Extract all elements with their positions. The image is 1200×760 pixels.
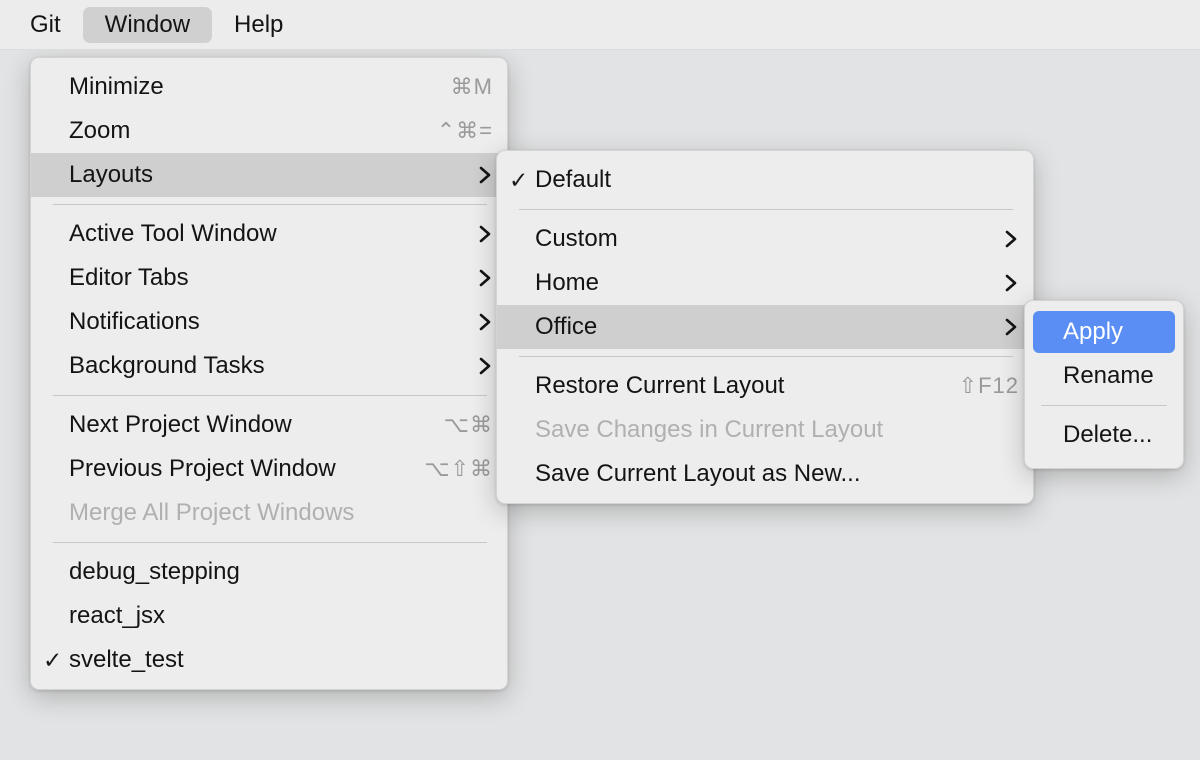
menu-item-custom[interactable]: Custom [497, 217, 1033, 261]
menu-separator [519, 356, 1013, 357]
menu-item-notifications[interactable]: Notifications [31, 300, 507, 344]
menu-item-default[interactable]: ✓Default [497, 158, 1033, 202]
chevron-right-icon [1003, 315, 1019, 339]
menu-item-label: Editor Tabs [69, 266, 189, 290]
menu-item-label: Layouts [69, 163, 153, 187]
menu-item-next-project-window[interactable]: Next Project Window ⌥⌘ [31, 403, 507, 447]
chevron-right-icon [477, 163, 493, 187]
menu-item-react-jsx[interactable]: react_jsx [31, 594, 507, 638]
menu-item-label: Merge All Project Windows [69, 501, 354, 525]
chevron-right-icon [1003, 271, 1019, 295]
menu-item-label: Save Current Layout as New... [535, 462, 861, 486]
menu-separator [1041, 405, 1167, 406]
menu-item-shortcut: ⌘M [451, 76, 493, 98]
menu-item-label: Save Changes in Current Layout [535, 418, 883, 442]
menu-item-label: Zoom [69, 119, 130, 143]
menu-separator [53, 204, 487, 205]
menu-item-label: Rename [1063, 364, 1154, 388]
menu-item-minimize[interactable]: Minimize ⌘M [31, 65, 507, 109]
chevron-right-icon [477, 354, 493, 378]
menu-item-label: Default [535, 168, 611, 192]
menu-item-shortcut: ⌃⌘= [437, 120, 493, 142]
menu-item-previous-project-window[interactable]: Previous Project Window ⌥⇧⌘ [31, 447, 507, 491]
chevron-right-icon [477, 222, 493, 246]
menu-item-label: Apply [1063, 320, 1123, 344]
menu-separator [519, 209, 1013, 210]
menu-item-label: Background Tasks [69, 354, 265, 378]
menu-item-zoom[interactable]: Zoom ⌃⌘= [31, 109, 507, 153]
chevron-right-icon [477, 310, 493, 334]
window-menu-panel: Minimize ⌘M Zoom ⌃⌘= Layouts Active Tool Wind… [30, 57, 508, 690]
menubar-item-help[interactable]: Help [212, 7, 305, 43]
menubar-item-window[interactable]: Window [83, 7, 212, 43]
menubar: GitWindowHelp [0, 0, 1200, 50]
menu-item-restore-current-layout[interactable]: Restore Current Layout ⇧F12 [497, 364, 1033, 408]
chevron-right-icon [1003, 227, 1019, 251]
menu-item-shortcut: ⇧F12 [959, 375, 1019, 397]
menu-item-label: Notifications [69, 310, 200, 334]
menu-item-save-changes-in-current-layout: Save Changes in Current Layout [497, 408, 1033, 452]
menu-item-debug-stepping[interactable]: debug_stepping [31, 550, 507, 594]
menu-item-label: Restore Current Layout [535, 374, 784, 398]
menu-item-layouts[interactable]: Layouts [31, 153, 507, 197]
chevron-right-icon [477, 266, 493, 290]
menu-item-background-tasks[interactable]: Background Tasks [31, 344, 507, 388]
menu-item-shortcut: ⌥⇧⌘ [424, 458, 493, 480]
menu-item-shortcut: ⌥⌘ [444, 414, 493, 436]
menu-item-label: Office [535, 315, 597, 339]
menu-item-label: Home [535, 271, 599, 295]
menu-item-delete[interactable]: Delete... [1025, 412, 1183, 458]
office-submenu-panel: Apply Rename Delete... [1024, 300, 1184, 469]
checkmark-icon: ✓ [509, 169, 535, 192]
menu-item-label: debug_stepping [69, 560, 240, 584]
menu-item-save-current-layout-as-new[interactable]: Save Current Layout as New... [497, 452, 1033, 496]
menubar-item-git[interactable]: Git [8, 7, 83, 43]
menu-item-label: Custom [535, 227, 618, 251]
menu-item-label: Previous Project Window [69, 457, 336, 481]
menu-item-merge-all-project-windows: Merge All Project Windows [31, 491, 507, 535]
menu-item-rename[interactable]: Rename [1025, 353, 1183, 399]
menu-item-label: svelte_test [69, 648, 184, 672]
menu-item-label: react_jsx [69, 604, 165, 628]
menu-separator [53, 542, 487, 543]
menu-item-active-tool-window[interactable]: Active Tool Window [31, 212, 507, 256]
menu-separator [53, 395, 487, 396]
menu-item-home[interactable]: Home [497, 261, 1033, 305]
menu-item-office[interactable]: Office [497, 305, 1033, 349]
menu-item-label: Active Tool Window [69, 222, 277, 246]
menu-item-svelte-test[interactable]: ✓svelte_test [31, 638, 507, 682]
checkmark-icon: ✓ [43, 649, 69, 672]
layouts-submenu-panel: ✓Default Custom Home Office Restore Current … [496, 150, 1034, 504]
menu-item-label: Minimize [69, 75, 164, 99]
menu-item-editor-tabs[interactable]: Editor Tabs [31, 256, 507, 300]
menu-item-apply[interactable]: Apply [1033, 311, 1175, 353]
menu-item-label: Delete... [1063, 423, 1152, 447]
menu-item-label: Next Project Window [69, 413, 292, 437]
